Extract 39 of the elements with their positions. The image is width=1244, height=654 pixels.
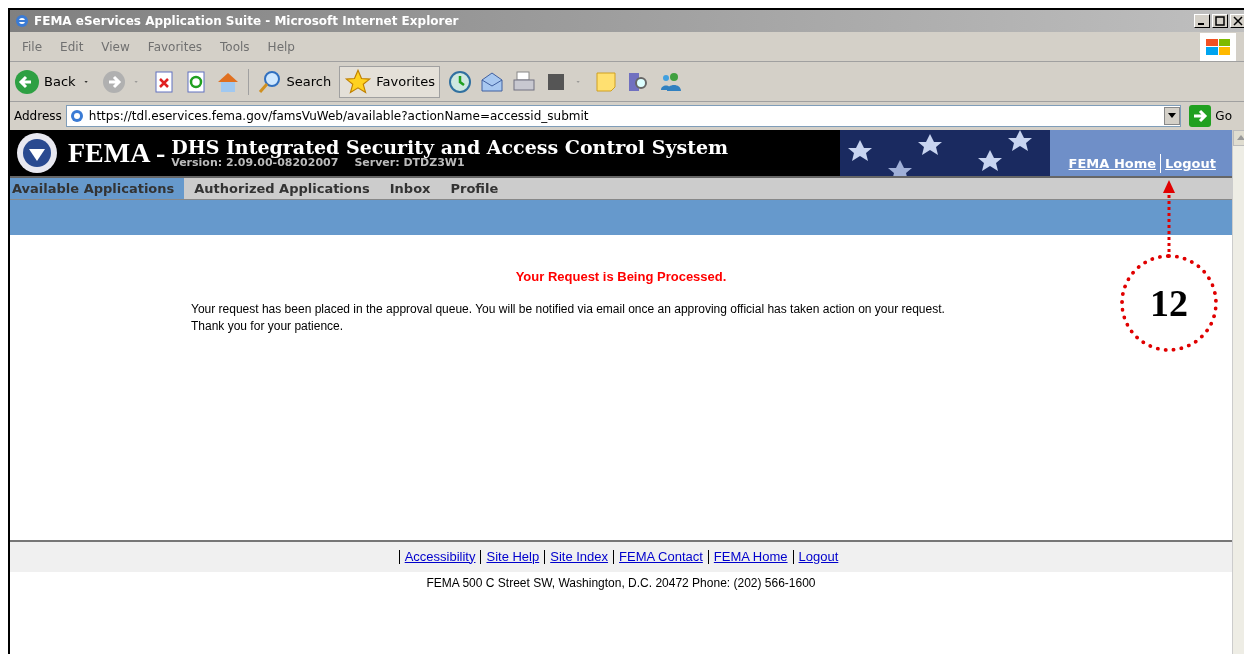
system-title: DHS Integrated Security and Access Control System [171,138,729,157]
server-text: Server: DTDZ3W1 [354,157,465,168]
message-text: Your request has been placed in the approval queue. You will be notified via email once an approving official has taken action on your request. [191,300,946,318]
search-button[interactable]: Search [247,68,332,95]
scrollbar[interactable] [1232,130,1244,654]
back-button[interactable]: Back [14,68,76,95]
footer-link[interactable]: Site Help [480,549,545,564]
favorites-button[interactable]: Favorites [339,65,440,98]
star-icon [344,67,373,96]
footer-link[interactable]: Accessibility [398,549,481,564]
address-field[interactable]: https://tdl.eservices.fema.gov/famsVuWeb/available?actionName=accessid_submit [65,105,1182,127]
print-icon[interactable] [511,69,536,94]
maximize-icon[interactable] [1212,14,1228,28]
caret-icon [1168,113,1177,119]
version-text: Version: 2.09.00-08202007 [171,157,339,168]
nav-tab[interactable]: Available Applications [10,178,185,199]
footer-link[interactable]: FEMA Contact [613,549,708,564]
fema-logo: FEMA - [68,136,166,170]
footer-link[interactable]: Logout [792,549,844,564]
address-label: Address [14,108,62,125]
footer-address: FEMA 500 C Street SW, Washington, D.C. 20472 Phone: (202) 566-1600 [426,574,816,592]
close-icon[interactable] [1230,14,1244,28]
go-button[interactable]: Go [1185,105,1244,127]
dropdown-button[interactable] [1164,107,1181,125]
forward-icon[interactable] [101,69,126,94]
browser-icon [14,13,30,29]
footer-link[interactable]: FEMA Home [707,549,793,564]
search-icon [256,68,283,95]
message-text: Thank you for your patience. [191,317,345,335]
page-icon [68,108,85,124]
history-icon[interactable] [447,69,472,94]
minimize-icon[interactable] [1194,14,1210,28]
caret-icon [1236,135,1244,141]
scroll-up-button[interactable] [1233,130,1244,146]
seal-icon [16,132,58,174]
window-title: FEMA eServices Application Suite - Microsoft Internet Explorer [34,13,459,30]
footer-link[interactable]: Site Index [544,549,614,564]
status-heading: Your Request is Being Processed. [515,268,727,286]
windows-logo-icon [1200,32,1236,61]
